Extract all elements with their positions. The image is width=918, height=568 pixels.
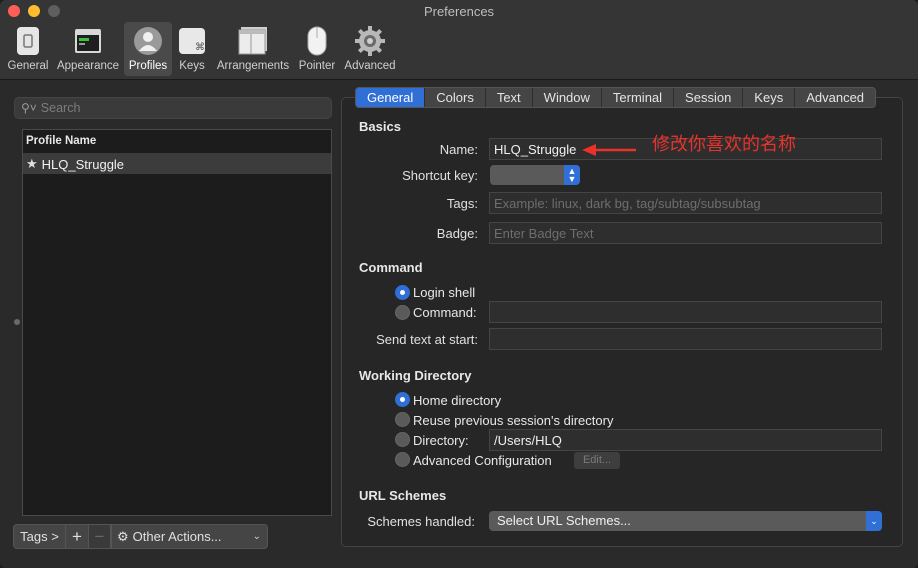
toolbar-arrangements[interactable]: Arrangements <box>214 22 292 76</box>
command-heading: Command <box>359 260 423 275</box>
directory-radio[interactable] <box>395 432 410 447</box>
arrangements-icon <box>237 25 269 57</box>
tab-session[interactable]: Session <box>674 88 744 107</box>
toolbar-general[interactable]: General <box>6 22 50 76</box>
search-placeholder: Search <box>40 101 81 115</box>
login-shell-label: Login shell <box>413 285 476 300</box>
search-input[interactable]: ⚲˅ Search <box>14 97 332 119</box>
working-directory-heading: Working Directory <box>359 368 472 383</box>
profile-actions-bar: Tags > + − ⚙ Other Actions... ⌄ <box>13 524 268 549</box>
title-bar: Preferences General Appearance Profiles … <box>0 0 918 80</box>
shortcut-key-label: Shortcut key: <box>402 168 478 183</box>
tab-keys[interactable]: Keys <box>743 88 796 107</box>
tab-advanced[interactable]: Advanced <box>795 88 875 107</box>
remove-profile-button[interactable]: − <box>89 524 111 549</box>
window-title: Preferences <box>423 4 495 19</box>
profile-name: HLQ_Struggle <box>41 156 125 172</box>
up-down-chevron-icon: ▲ ▼ <box>564 165 580 185</box>
svg-text:⌘: ⌘ <box>195 42 205 53</box>
annotation-arrow-icon <box>582 144 636 156</box>
split-view-handle[interactable] <box>14 319 20 325</box>
preferences-window: Preferences General Appearance Profiles … <box>0 0 918 568</box>
tab-general[interactable]: General <box>356 88 426 107</box>
login-shell-radio[interactable] <box>395 285 410 300</box>
toolbar-label: Keys <box>179 60 205 72</box>
gear-icon: ⚙ <box>117 528 129 544</box>
name-label: Name: <box>439 142 478 157</box>
other-actions-button[interactable]: ⚙ Other Actions... ⌄ <box>111 524 268 549</box>
toolbar-label: Pointer <box>298 60 336 72</box>
directory-field[interactable]: /Users/HLQ <box>489 429 882 451</box>
keys-icon: ⌘ <box>176 25 208 57</box>
appearance-icon <box>72 25 104 57</box>
add-profile-button[interactable]: + <box>66 524 89 549</box>
toolbar-profiles[interactable]: Profiles <box>124 22 172 76</box>
search-icon: ⚲˅ <box>21 101 37 115</box>
chevron-down-icon: ⌄ <box>252 531 261 542</box>
pointer-icon <box>301 25 333 57</box>
general-icon <box>12 25 44 57</box>
toolbar-label: Arrangements <box>216 60 290 72</box>
reuse-directory-radio[interactable] <box>395 412 410 427</box>
chevron-down-icon: ⌄ <box>866 511 882 531</box>
url-schemes-select-value: Select URL Schemes... <box>497 513 631 528</box>
basics-heading: Basics <box>359 119 401 134</box>
reuse-directory-label: Reuse previous session's directory <box>413 413 614 428</box>
url-schemes-heading: URL Schemes <box>359 488 447 503</box>
send-text-field[interactable] <box>489 328 882 350</box>
advanced-configuration-label: Advanced Configuration <box>413 453 552 468</box>
profile-tab-bar: General Colors Text Window Terminal Sess… <box>355 87 877 108</box>
command-field[interactable] <box>489 301 882 323</box>
advanced-gear-icon <box>354 25 386 57</box>
command-radio[interactable] <box>395 305 410 320</box>
toolbar-label: General <box>7 60 49 72</box>
annotation-text: 修改你喜欢的名称 <box>652 134 796 155</box>
default-star-icon: ★ <box>26 156 38 171</box>
home-directory-radio[interactable] <box>395 392 410 407</box>
send-text-label: Send text at start: <box>376 332 478 347</box>
tab-colors[interactable]: Colors <box>425 88 486 107</box>
tags-field[interactable]: Example: linux, dark bg, tag/subtag/subs… <box>489 192 882 214</box>
shortcut-key-popup[interactable]: ▲ ▼ <box>490 165 580 185</box>
toolbar-label: Advanced <box>344 60 396 72</box>
profiles-icon <box>132 25 164 57</box>
toolbar-appearance[interactable]: Appearance <box>56 22 120 76</box>
tab-terminal[interactable]: Terminal <box>602 88 675 107</box>
advanced-configuration-radio[interactable] <box>395 452 410 467</box>
schemes-handled-label: Schemes handled: <box>367 514 475 529</box>
tags-button[interactable]: Tags > <box>13 524 66 549</box>
command-label: Command: <box>413 305 477 320</box>
tab-window[interactable]: Window <box>533 88 602 107</box>
profile-list[interactable]: Profile Name ★ HLQ_Struggle <box>22 129 332 516</box>
directory-label: Directory: <box>413 433 469 448</box>
tab-text[interactable]: Text <box>486 88 533 107</box>
profile-name-column-header[interactable]: Profile Name <box>23 130 331 154</box>
toolbar-label: Profiles <box>128 60 168 72</box>
toolbar-keys[interactable]: ⌘ Keys <box>176 22 208 76</box>
home-directory-label: Home directory <box>413 393 502 408</box>
edit-button[interactable]: Edit... <box>574 452 620 469</box>
toolbar-label: Appearance <box>56 60 120 72</box>
toolbar-pointer[interactable]: Pointer <box>296 22 338 76</box>
tags-label: Tags: <box>446 196 478 211</box>
badge-field[interactable]: Enter Badge Text <box>489 222 882 244</box>
other-actions-label: Other Actions... <box>132 529 222 544</box>
profile-row[interactable]: ★ HLQ_Struggle <box>23 154 331 174</box>
badge-label: Badge: <box>436 226 478 241</box>
url-schemes-select[interactable]: Select URL Schemes... ⌄ <box>489 511 882 531</box>
toolbar-advanced[interactable]: Advanced <box>342 22 398 76</box>
